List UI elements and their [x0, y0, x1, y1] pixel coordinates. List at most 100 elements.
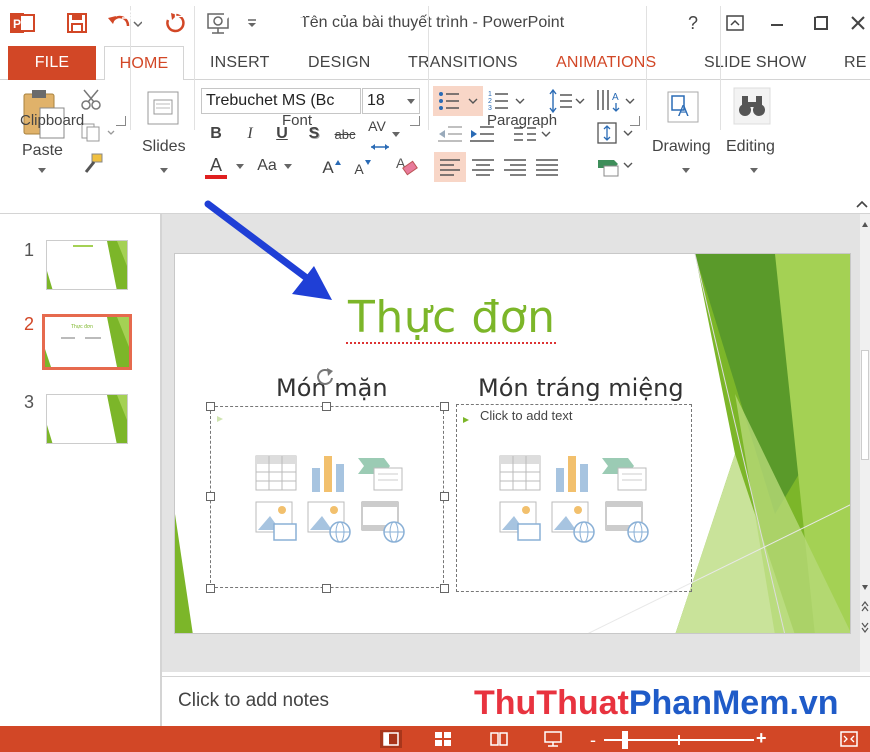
insert-table-icon[interactable]	[498, 454, 542, 494]
strikethrough-button[interactable]: abc	[332, 122, 358, 146]
resize-handle[interactable]	[206, 584, 215, 593]
font-name-combo[interactable]: Trebuchet MS (Bc	[201, 88, 361, 114]
change-case-button[interactable]: Aa	[254, 154, 280, 178]
font-color-dropdown-icon[interactable]	[236, 164, 244, 169]
slide-title[interactable]: Thực đơn	[348, 292, 556, 343]
slides-button[interactable]: Slides	[142, 138, 186, 156]
resize-handle[interactable]	[440, 492, 449, 501]
bullets-button[interactable]	[433, 86, 483, 116]
slide-sorter-view-button[interactable]	[432, 730, 454, 748]
close-icon[interactable]	[846, 8, 870, 38]
align-center-button[interactable]	[468, 152, 498, 182]
cut-icon[interactable]	[80, 88, 104, 110]
ribbon-display-options-icon[interactable]	[718, 8, 752, 38]
reading-view-button[interactable]	[488, 730, 510, 748]
slide-thumbnail-2-canvas: Thực đơn	[45, 317, 129, 367]
rotate-handle-icon[interactable]	[314, 366, 336, 388]
document-title: Tên của bài thuyết trình - PowerPoint	[300, 14, 565, 31]
format-painter-icon[interactable]	[80, 152, 104, 176]
tab-file[interactable]: FILE	[8, 46, 96, 80]
save-icon[interactable]	[62, 8, 92, 38]
left-content-placeholder[interactable]	[210, 406, 444, 588]
new-slide-icon[interactable]	[146, 90, 180, 128]
help-button[interactable]: ?	[676, 8, 710, 38]
resize-handle[interactable]	[440, 584, 449, 593]
insert-online-picture-icon[interactable]	[306, 500, 352, 544]
tab-design[interactable]: DESIGN	[308, 46, 371, 80]
tab-insert[interactable]: INSERT	[210, 46, 270, 80]
scroll-down-icon[interactable]	[861, 580, 869, 592]
drawing-button[interactable]: Drawing	[652, 138, 711, 156]
insert-table-icon[interactable]	[254, 454, 298, 494]
copy-icon[interactable]	[80, 122, 120, 142]
align-left-button[interactable]	[434, 152, 466, 182]
insert-online-picture-icon[interactable]	[550, 500, 596, 544]
insert-picture-icon[interactable]	[254, 500, 298, 544]
slide-show-view-button[interactable]	[542, 730, 564, 748]
drawing-icon[interactable]: A	[664, 88, 704, 126]
notes-toggle[interactable]: NOTES	[120, 4, 194, 21]
paragraph-launcher-icon[interactable]	[630, 116, 640, 126]
editing-dropdown-icon[interactable]	[750, 168, 758, 173]
font-size-dropdown-icon[interactable]	[407, 99, 415, 104]
insert-smartart-icon[interactable]	[600, 454, 648, 494]
paste-dropdown-icon[interactable]	[38, 168, 46, 173]
zoom-percent[interactable]: 36%	[788, 4, 818, 21]
zoom-slider-thumb[interactable]	[622, 731, 629, 749]
font-size-combo[interactable]: 18	[362, 88, 420, 114]
slide-thumbnail-2[interactable]: Thực đơn	[42, 314, 132, 370]
grow-arrow-icon	[334, 154, 342, 165]
align-right-button[interactable]	[500, 152, 530, 182]
insert-smartart-icon[interactable]	[356, 454, 404, 494]
svg-text:2: 2	[488, 98, 492, 105]
powerpoint-icon[interactable]: P	[8, 8, 38, 38]
bold-button[interactable]: B	[206, 122, 226, 146]
spacing-dropdown-icon[interactable]	[392, 132, 400, 137]
editing-button[interactable]: Editing	[726, 138, 775, 156]
binoculars-icon[interactable]	[732, 86, 772, 126]
smartart-button[interactable]	[594, 152, 636, 180]
zoom-out-button[interactable]: -	[590, 730, 596, 751]
comments-toggle[interactable]: COMMENTS	[222, 4, 334, 21]
slide-thumbnail-3[interactable]	[46, 394, 128, 444]
resize-handle[interactable]	[440, 402, 449, 411]
decrease-indent-icon[interactable]	[436, 122, 466, 146]
clear-formatting-icon[interactable]: A	[394, 152, 420, 178]
fit-slide-to-window-icon[interactable]	[838, 730, 860, 748]
right-column-heading[interactable]: Món tráng miệng	[478, 374, 684, 402]
previous-slide-icon[interactable]	[861, 600, 869, 614]
tab-animations[interactable]: ANIMATIONS	[556, 46, 656, 80]
tab-home[interactable]: HOME	[104, 46, 184, 81]
font-color-button[interactable]: A	[206, 154, 226, 176]
insert-picture-icon[interactable]	[498, 500, 542, 544]
justify-button[interactable]	[532, 152, 562, 182]
notes-placeholder[interactable]: Click to add notes	[178, 690, 329, 712]
insert-video-icon[interactable]	[360, 500, 406, 544]
resize-handle[interactable]	[322, 402, 331, 411]
scroll-thumb[interactable]	[861, 350, 869, 460]
scroll-up-icon[interactable]	[861, 218, 869, 230]
right-content-placeholder[interactable]	[456, 404, 692, 592]
clipboard-launcher-icon[interactable]	[116, 116, 126, 126]
resize-handle[interactable]	[206, 402, 215, 411]
insert-chart-icon[interactable]	[306, 454, 350, 494]
change-case-dropdown-icon[interactable]	[284, 164, 292, 169]
tab-transitions[interactable]: TRANSITIONS	[408, 46, 518, 80]
collapse-ribbon-icon[interactable]	[855, 196, 869, 208]
resize-handle[interactable]	[322, 584, 331, 593]
font-launcher-icon[interactable]	[410, 116, 420, 126]
drawing-dropdown-icon[interactable]	[682, 168, 690, 173]
next-slide-icon[interactable]	[861, 620, 869, 634]
normal-view-button[interactable]	[380, 730, 402, 748]
insert-video-icon[interactable]	[604, 500, 650, 544]
zoom-in-button[interactable]: +	[756, 728, 767, 749]
tab-review[interactable]: RE	[844, 46, 867, 80]
slides-dropdown-icon[interactable]	[160, 168, 168, 173]
slide-thumbnail-1[interactable]	[46, 240, 128, 290]
text-direction-button[interactable]: A	[594, 86, 636, 116]
right-placeholder-text[interactable]: Click to add text	[480, 408, 573, 423]
insert-chart-icon[interactable]	[550, 454, 594, 494]
italic-button[interactable]: I	[240, 122, 260, 146]
resize-handle[interactable]	[206, 492, 215, 501]
paste-button[interactable]: Paste	[22, 142, 63, 160]
